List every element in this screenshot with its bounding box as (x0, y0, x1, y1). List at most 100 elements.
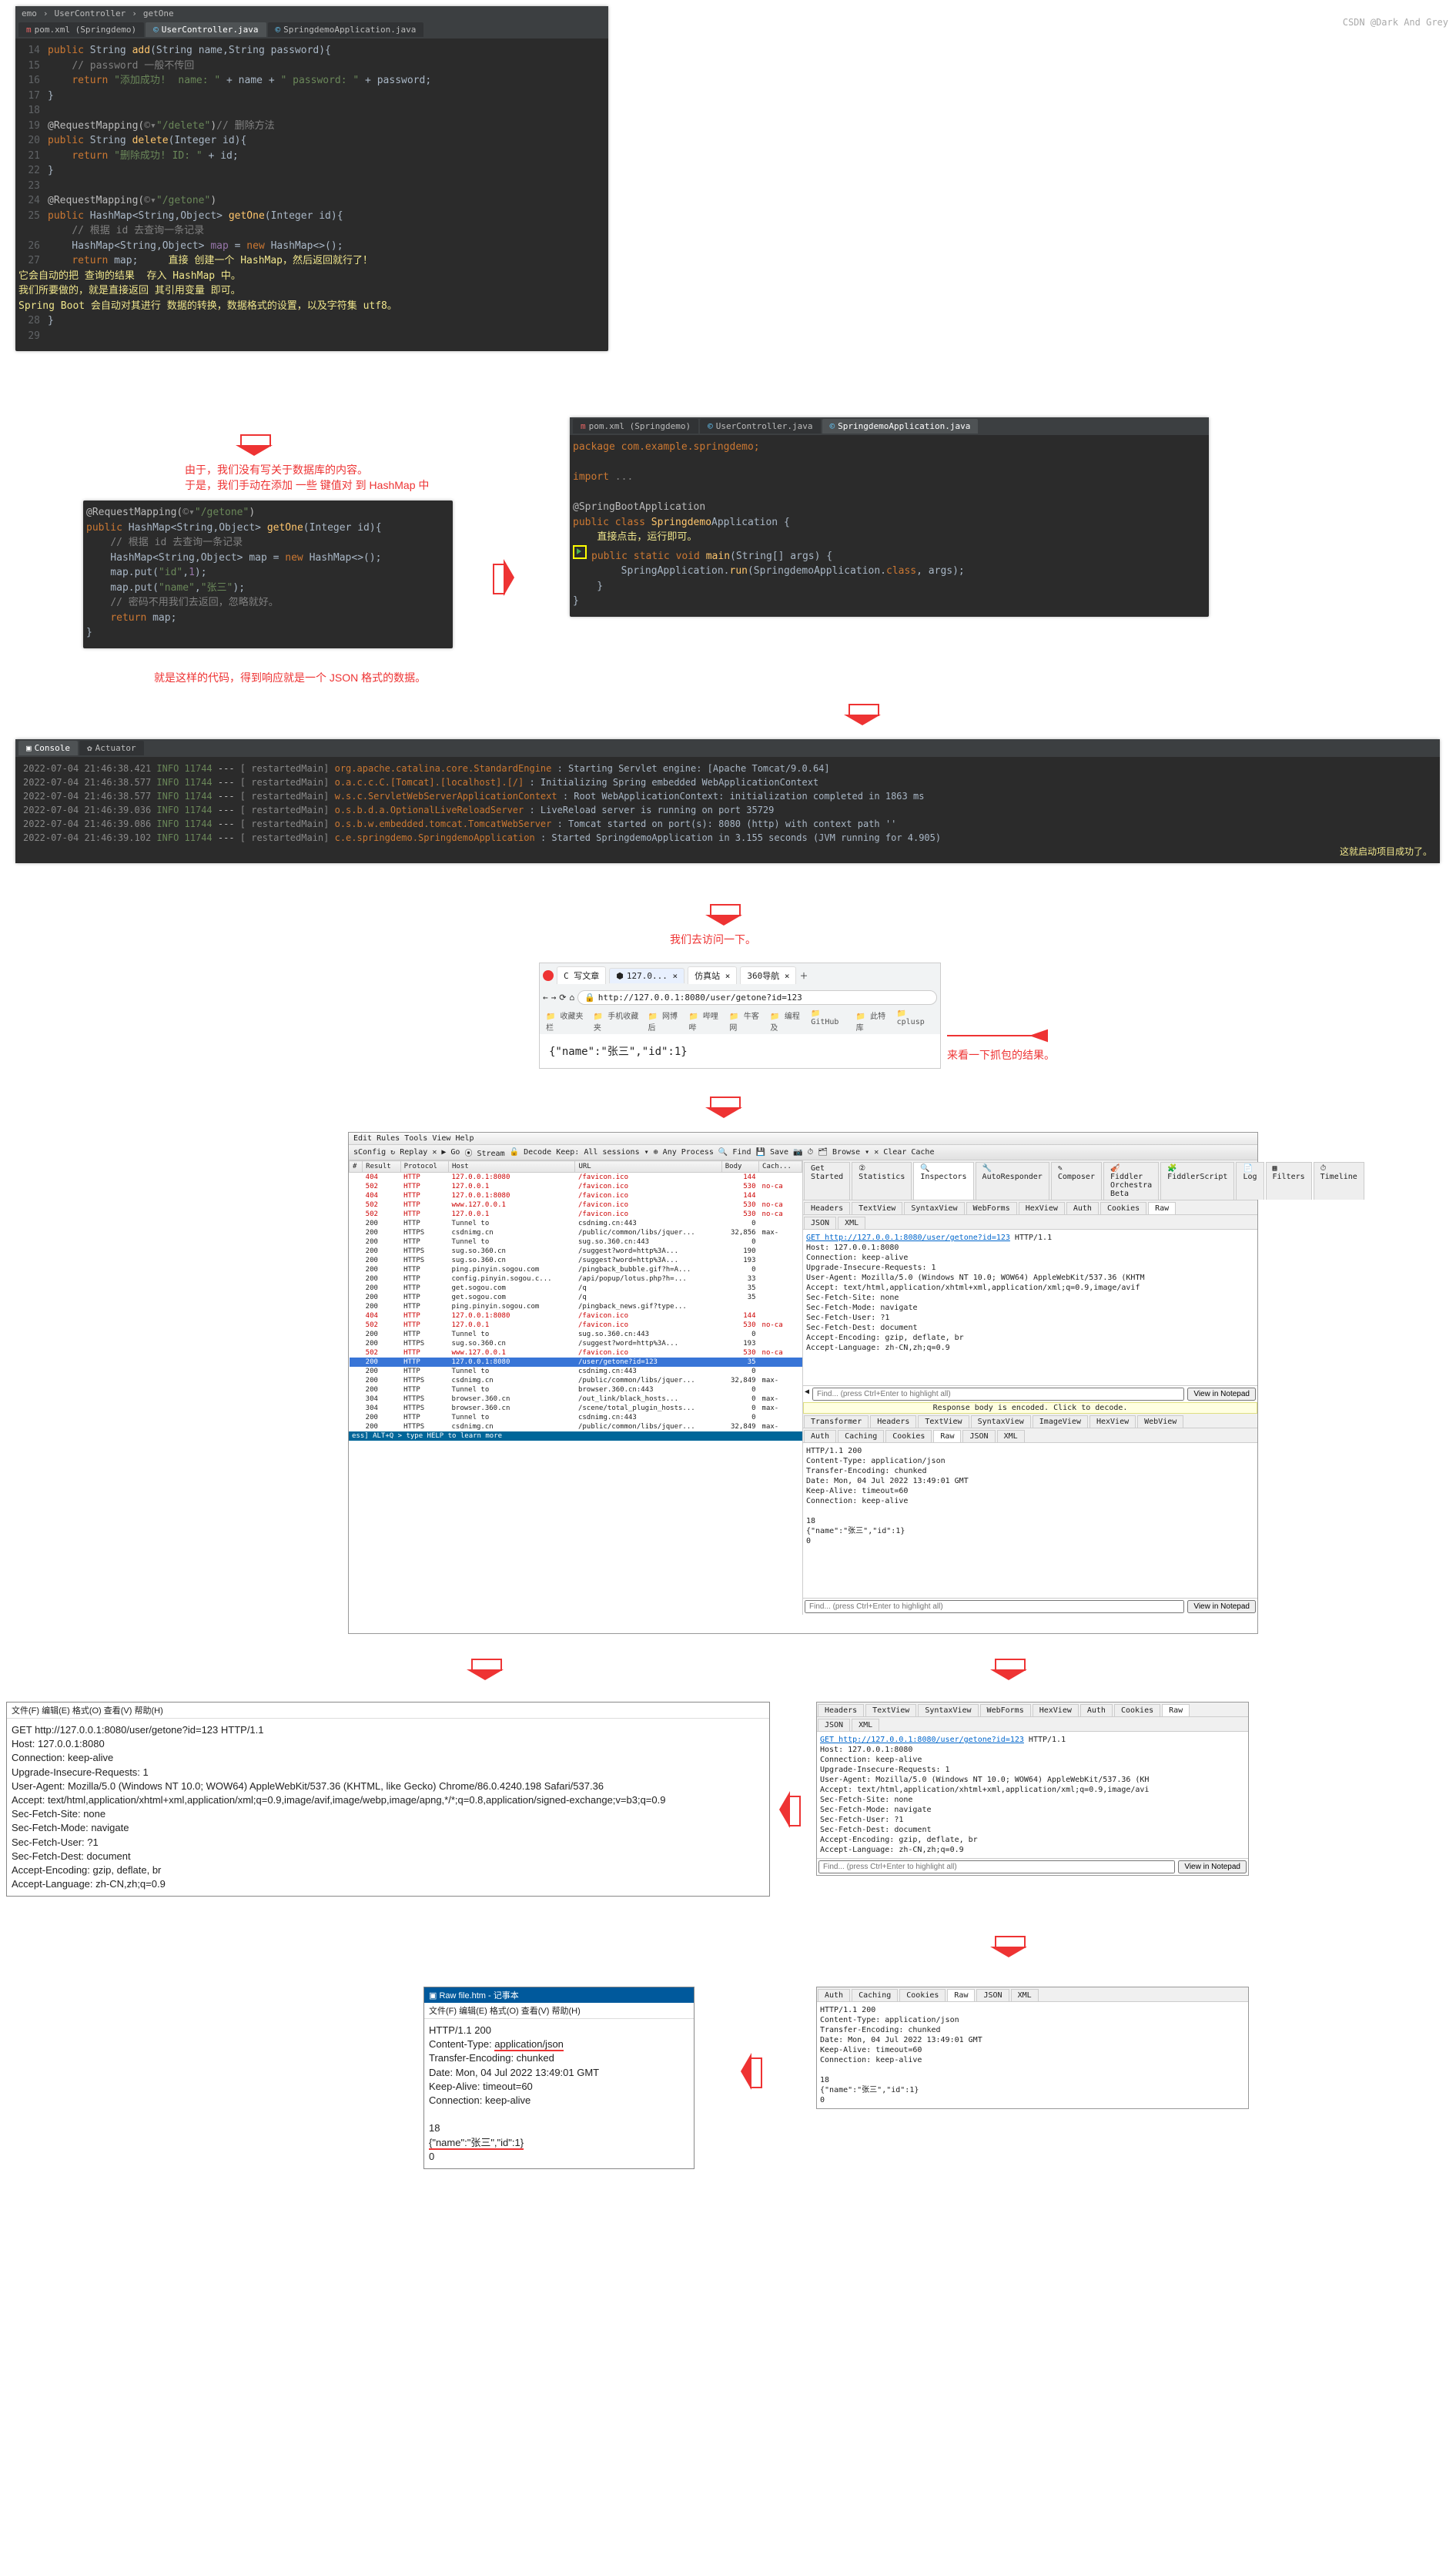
collapse-icon[interactable]: ◀ (805, 1388, 809, 1401)
session-row[interactable]: 200HTTPTunnel tocsdnimg.cn:4430 (350, 1219, 802, 1228)
toolbar-button[interactable]: Keep: All sessions ▾ (556, 1148, 648, 1157)
tab[interactable]: Headers (870, 1415, 916, 1428)
session-row[interactable]: 304HTTPSbrowser.360.cn/scene/total_plugi… (350, 1404, 802, 1413)
tab-console[interactable]: ▣ Console (18, 741, 78, 755)
toolbar-button[interactable]: sConfig (353, 1148, 386, 1157)
tab[interactable]: Transformer (804, 1415, 869, 1428)
find-input[interactable] (818, 1860, 1175, 1873)
session-row[interactable]: 200HTTPTunnel tosug.so.360.cn:4430 (350, 1237, 802, 1247)
toolbar-button[interactable]: 🗂 Browse ▾ (818, 1148, 869, 1157)
session-row[interactable]: 200HTTPTunnel tocsdnimg.cn:4430 (350, 1413, 802, 1422)
raw[interactable]: GET http://127.0.0.1:8080/user/getone?id… (817, 1732, 1248, 1858)
session-row[interactable]: 200HTTPSsug.so.360.cn/suggest?word=http%… (350, 1339, 802, 1348)
menu-bar[interactable]: Edit Rules Tools View Help (349, 1133, 1257, 1145)
toolbar-button[interactable]: ✕ Clear Cache (874, 1148, 934, 1157)
view-in-notepad-button[interactable]: View in Notepad (1178, 1860, 1247, 1873)
session-row[interactable]: 200HTTPSsug.so.360.cn/suggest?word=http%… (350, 1256, 802, 1265)
session-row[interactable]: 200HTTPTunnel tobrowser.360.cn:4430 (350, 1385, 802, 1394)
tab[interactable]: XML (838, 1217, 865, 1229)
tab[interactable]: HexView (1033, 1704, 1079, 1716)
session-row[interactable]: 502HTTP127.0.0.1/favicon.ico530no-ca (350, 1321, 802, 1330)
tab[interactable]: Headers (818, 1704, 864, 1716)
tab[interactable]: SyntaxView (918, 1704, 978, 1716)
browser-tab[interactable]: ⬢ 127.0... × (609, 968, 684, 983)
toolbar-button[interactable]: ⏱ (808, 1148, 814, 1157)
bookmark-item[interactable]: 📁 哔哩哔 (688, 1009, 721, 1033)
tab[interactable]: Cookies (885, 1430, 932, 1442)
toolbar-button[interactable]: ✕ (432, 1148, 437, 1157)
code-area[interactable]: package com.example.springdemo; import .… (570, 435, 1209, 617)
view-in-notepad-button[interactable]: View in Notepad (1187, 1388, 1256, 1401)
tab[interactable]: SyntaxView (971, 1415, 1031, 1428)
bookmark-item[interactable]: 📁 手机收藏夹 (594, 1009, 641, 1033)
session-row[interactable]: 502HTTPwww.127.0.0.1/favicon.ico530no-ca (350, 1200, 802, 1210)
browser-tab[interactable]: C 写文章 (557, 966, 606, 984)
session-row[interactable]: 200HTTPScsdnimg.cn/public/common/libs/jq… (350, 1376, 802, 1385)
tab[interactable]: XML (852, 1719, 879, 1731)
view-in-notepad-button[interactable]: View in Notepad (1187, 1600, 1256, 1613)
session-row[interactable]: 200HTTPSsug.so.360.cn/suggest?word=http%… (350, 1247, 802, 1256)
back-button[interactable]: ← (543, 993, 548, 1003)
session-row[interactable]: 200HTTPconfig.pinyin.sogou.c.../api/popu… (350, 1274, 802, 1284)
forward-button[interactable]: → (551, 993, 557, 1003)
session-row[interactable]: 200HTTPget.sogou.com/q35 (350, 1284, 802, 1293)
bookmark-item[interactable]: 📁 网博后 (648, 1009, 681, 1033)
nav-item[interactable]: UserController (55, 8, 126, 18)
session-row[interactable]: 502HTTP127.0.0.1/favicon.ico530no-ca (350, 1182, 802, 1191)
toolbar-button[interactable]: ▶ Go (441, 1148, 460, 1157)
tab[interactable]: XML (997, 1430, 1025, 1442)
tab-pom[interactable]: mpom.xml (Springdemo) (573, 419, 698, 434)
request-raw[interactable]: GET http://127.0.0.1:8080/user/getone?id… (803, 1230, 1257, 1385)
tab[interactable]: Get Started (804, 1162, 850, 1200)
code-area[interactable]: 14public String add(String name,String p… (15, 39, 608, 351)
tab[interactable]: Caching (838, 1430, 884, 1442)
find-input[interactable] (812, 1388, 1184, 1401)
tab[interactable]: JSON (976, 1989, 1009, 2001)
tab[interactable]: Raw (947, 1989, 975, 2001)
session-row[interactable]: 200HTTPTunnel tocsdnimg.cn:4430 (350, 1367, 802, 1376)
session-row[interactable]: 200HTTPScsdnimg.cn/public/common/libs/jq… (350, 1422, 802, 1431)
browser-tab[interactable]: 仿真站 × (688, 966, 737, 984)
session-row[interactable]: 200HTTPTunnel tosug.so.360.cn:4430 (350, 1330, 802, 1339)
session-row[interactable]: 502HTTP127.0.0.1/favicon.ico530no-ca (350, 1210, 802, 1219)
tab[interactable]: 🧩 FiddlerScript (1160, 1162, 1234, 1200)
tab[interactable]: WebForms (980, 1704, 1031, 1716)
tab-usercontroller[interactable]: ©UserController.java (700, 419, 820, 434)
bookmark-item[interactable]: 📁 cplusp (897, 1009, 934, 1033)
find-input[interactable] (805, 1600, 1184, 1613)
toolbar-button[interactable]: 🔍 Find (718, 1148, 751, 1157)
bookmark-item[interactable]: 📁 编程及 (770, 1009, 803, 1033)
new-tab-button[interactable]: ＋ (799, 969, 808, 982)
tab[interactable]: Cookies (1114, 1704, 1160, 1716)
tab[interactable]: TextView (852, 1202, 902, 1214)
tab-usercontroller[interactable]: ©UserController.java (146, 22, 266, 37)
toolbar-button[interactable]: ⦿ Stream (464, 1147, 504, 1158)
tab[interactable]: Caching (852, 1989, 898, 2001)
request-url[interactable]: GET http://127.0.0.1:8080/user/getone?id… (806, 1234, 1010, 1242)
bookmark-item[interactable]: 📁 牛客网 (729, 1009, 762, 1033)
response-raw[interactable]: HTTP/1.1 200 Content-Type: application/j… (803, 1443, 1257, 1599)
bookmark-item[interactable]: 📁 GitHub (811, 1009, 848, 1033)
tab[interactable]: 📄 Log (1236, 1162, 1264, 1200)
tab[interactable]: Raw (1148, 1202, 1176, 1214)
toolbar-button[interactable]: ↻ Replay (390, 1148, 427, 1157)
tab[interactable]: HexView (1089, 1415, 1136, 1428)
tab[interactable]: JSON (804, 1217, 836, 1229)
bookmark-item[interactable]: 📁 收藏夹栏 (546, 1009, 586, 1033)
notepad-menu[interactable]: 文件(F) 编辑(E) 格式(O) 查看(V) 帮助(H) (7, 1703, 769, 1719)
tab-actuator[interactable]: ✿ Actuator (79, 741, 144, 755)
home-button[interactable]: ⌂ (569, 993, 574, 1003)
tab[interactable]: Headers (804, 1202, 850, 1214)
toolbar-button[interactable]: ⊕ Any Process (654, 1148, 714, 1157)
tab[interactable]: JSON (962, 1430, 995, 1442)
tab[interactable]: ⏱ Timeline (1314, 1162, 1364, 1200)
session-row[interactable]: 200HTTPScsdnimg.cn/public/common/libs/jq… (350, 1228, 802, 1237)
tab[interactable]: Cookies (899, 1989, 946, 2001)
tab[interactable]: WebView (1137, 1415, 1183, 1428)
tab[interactable]: XML (1011, 1989, 1039, 2001)
toolbar-button[interactable]: 💾 Save (755, 1148, 788, 1157)
session-row[interactable]: 200HTTPping.pinyin.sogou.com/pingback_bu… (350, 1265, 802, 1274)
code-area[interactable]: @RequestMapping(©▾"/getone") public Hash… (83, 501, 453, 648)
decode-banner[interactable]: Response body is encoded. Click to decod… (803, 1402, 1257, 1414)
tab[interactable]: Raw (1162, 1704, 1190, 1716)
